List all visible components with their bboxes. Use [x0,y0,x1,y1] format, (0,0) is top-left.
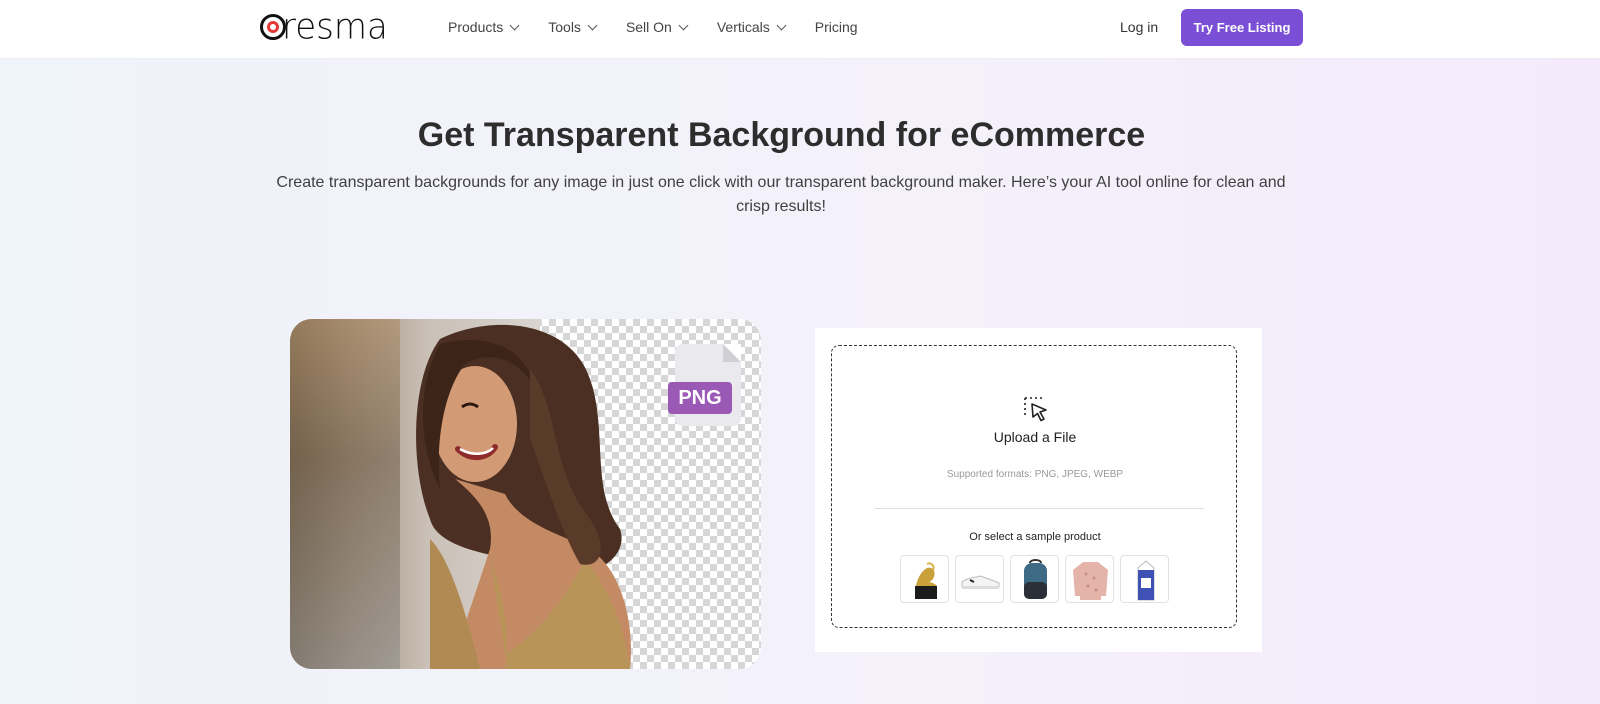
sample-product-label: Or select a sample product [969,531,1101,543]
chevron-down-icon [678,20,689,30]
nav-label: Pricing [814,19,858,35]
chevron-down-icon [509,20,520,30]
sample-products [900,555,1175,603]
hero-subtitle: Create transparent backgrounds for any i… [276,174,1286,215]
transparent-background-preview-image: PNG [290,319,761,669]
nav-label: Tools [548,19,581,35]
main-nav: Products Tools Sell On Verticals Pricing [448,0,888,54]
sample-gold-trophy[interactable] [900,555,949,603]
sample-pink-sweater[interactable] [1065,555,1114,603]
gold-trophy-icon [915,562,937,599]
upload-file-label[interactable]: Upload a File [832,429,1238,445]
chevron-down-icon [776,20,787,30]
sample-white-sneaker[interactable] [955,555,1004,603]
nav-label: Sell On [625,19,672,35]
login-link[interactable]: Log in [1120,19,1158,35]
logo-text: resma [282,6,388,49]
divider [875,508,1204,509]
nav-item-sell-on[interactable]: Sell On [625,19,689,35]
sample-backpack[interactable] [1010,555,1059,603]
pink-sweater-icon [1073,562,1108,600]
dresma-logo[interactable]: resma [260,6,388,48]
sample-milk-carton[interactable] [1120,555,1169,603]
nav-item-verticals[interactable]: Verticals [716,19,787,35]
backpack-icon [1024,559,1047,599]
chevron-down-icon [587,20,598,30]
page-title: Get Transparent Background for eCommerce [417,116,1146,154]
site-header: resma Products Tools Sell On Verticals P… [0,0,1600,59]
supported-formats-text: Supported formats: PNG, JPEG, WEBP [946,469,1124,480]
milk-carton-icon [1137,560,1155,601]
white-sneaker-icon [961,575,1000,589]
nav-item-tools[interactable]: Tools [548,19,598,35]
try-free-listing-button[interactable]: Try Free Listing [1181,9,1303,46]
nav-label: Verticals [716,19,770,35]
hero-section: Get Transparent Background for eCommerce… [0,59,1600,704]
file-dropzone[interactable]: Upload a File Supported formats: PNG, JP… [831,345,1237,628]
nav-item-pricing[interactable]: Pricing [815,19,858,35]
nav-item-products[interactable]: Products [448,19,520,35]
nav-label: Products [448,19,504,35]
upload-panel: Upload a File Supported formats: PNG, JP… [815,328,1262,652]
cursor-select-icon [1024,397,1047,422]
png-badge: PNG [668,382,732,414]
